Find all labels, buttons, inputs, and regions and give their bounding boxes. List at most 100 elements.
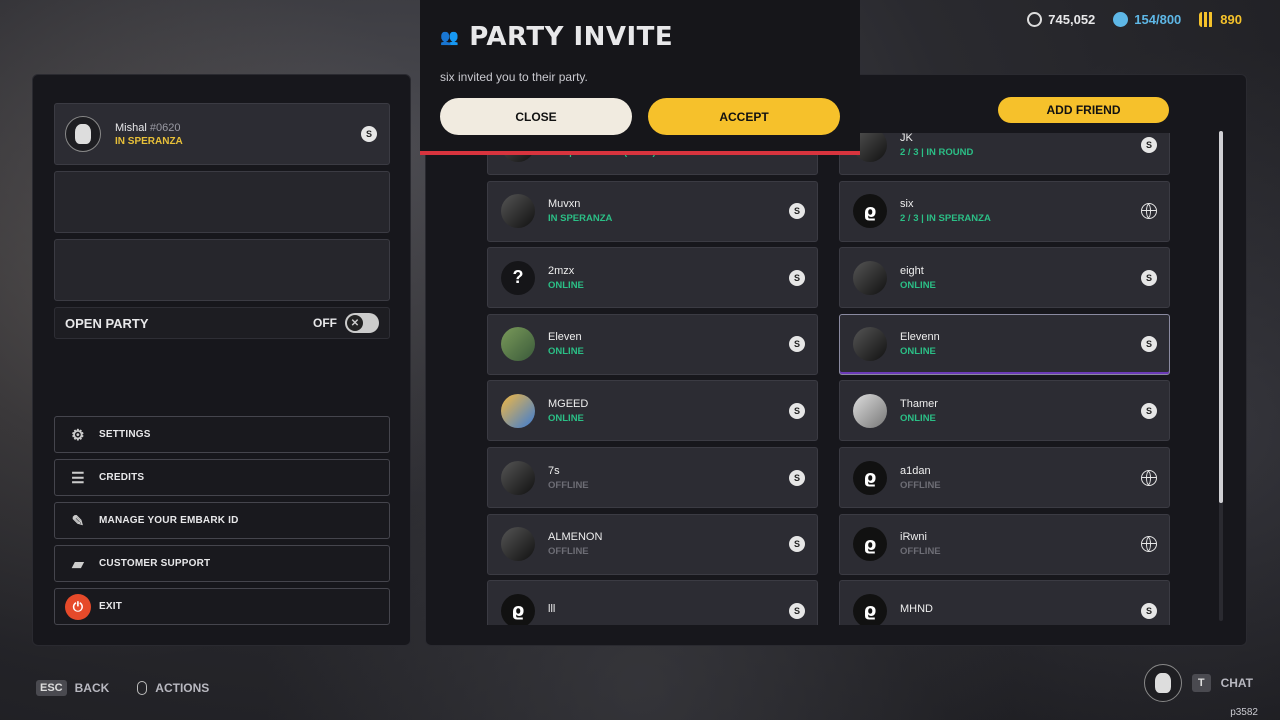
friend-name: 2mzx xyxy=(548,264,575,277)
friend-card[interactable]: ϱ lll S xyxy=(487,580,818,625)
friend-name: Muvxn xyxy=(548,198,581,211)
close-button[interactable]: CLOSE xyxy=(440,98,632,135)
currency-bar: 745,052 154/800 890 xyxy=(1027,12,1242,27)
add-friend-button[interactable]: ADD FRIEND xyxy=(998,97,1169,123)
friend-status: OFFLINE xyxy=(900,546,941,558)
friend-name: ALMENON xyxy=(548,531,603,544)
avatar: ϱ xyxy=(853,593,887,625)
friend-card[interactable]: MGEED ONLINE S xyxy=(487,380,818,442)
friend-card[interactable]: ϱ a1dan OFFLINE xyxy=(839,447,1170,508)
esc-key: ESC xyxy=(36,680,67,696)
open-party-state: OFF xyxy=(313,316,337,330)
avatar xyxy=(501,327,535,362)
friend-status: OFFLINE xyxy=(548,546,589,558)
customer-support-button[interactable]: ▰ CUSTOMER SUPPORT xyxy=(54,545,390,582)
party-slot-empty[interactable] xyxy=(54,171,390,233)
credits-button[interactable]: ☰ CREDITS xyxy=(54,459,390,496)
party-slot-empty[interactable] xyxy=(54,239,390,301)
friend-card[interactable]: 7s OFFLINE S xyxy=(487,447,818,508)
avatar xyxy=(853,393,887,428)
friend-card[interactable]: JK 2 / 3 | IN ROUND S xyxy=(839,133,1170,175)
manage-embark-id-button[interactable]: ✎ MANAGE YOUR EMBARK ID xyxy=(54,502,390,539)
friend-name: 7s xyxy=(548,464,560,477)
friend-status: ONLINE xyxy=(548,346,584,358)
friend-name: iRwni xyxy=(900,531,927,544)
friend-name: lll xyxy=(548,603,556,616)
open-party-label: OPEN PARTY xyxy=(65,315,149,331)
friend-card[interactable]: ? 2mzx ONLINE S xyxy=(487,247,818,309)
friend-name: a1dan xyxy=(900,464,931,477)
globe-icon xyxy=(1141,469,1157,486)
friend-name: six xyxy=(900,198,914,211)
mouse-icon xyxy=(137,681,148,695)
exit-button[interactable]: ⏻ EXIT xyxy=(54,588,390,625)
chat-label: CHAT xyxy=(1220,676,1253,690)
popup-title: 👥 PARTY INVITE xyxy=(440,22,674,52)
player-tag: #0620 xyxy=(149,121,181,134)
timer-bar xyxy=(420,151,860,155)
steam-icon: S xyxy=(789,402,805,419)
open-party-toggle[interactable]: OPEN PARTY OFF ✕ xyxy=(54,307,390,339)
steam-icon: S xyxy=(789,536,805,553)
friend-status: ONLINE xyxy=(548,279,584,291)
embark-icon: ✎ xyxy=(71,512,85,530)
steam-icon: S xyxy=(1141,602,1157,619)
avatar xyxy=(501,194,535,229)
friend-card[interactable]: ϱ MHND S xyxy=(839,580,1170,625)
t-key: T xyxy=(1191,674,1211,692)
friend-name: JK xyxy=(900,133,913,144)
friend-name: MGEED xyxy=(548,397,589,410)
avatar xyxy=(853,260,887,295)
friend-card[interactable]: Elevenn ONLINE S xyxy=(839,313,1170,375)
avatar xyxy=(501,393,535,428)
coin-icon xyxy=(1027,12,1043,27)
token-icon xyxy=(1113,12,1129,27)
scrollbar-thumb[interactable] xyxy=(1219,131,1223,503)
party-icon: 👥 xyxy=(440,28,460,46)
friend-status: OFFLINE xyxy=(548,479,589,491)
steam-icon: S xyxy=(789,336,805,353)
friend-card[interactable]: ϱ six 2 / 3 | IN SPERANZA xyxy=(839,180,1170,242)
steam-icon: S xyxy=(1141,269,1157,286)
close-icon: ✕ xyxy=(347,315,363,331)
friend-card[interactable]: ϱ iRwni OFFLINE xyxy=(839,513,1170,575)
friend-card[interactable]: Muvxn IN SPERANZA S xyxy=(487,180,818,242)
steam-icon: S xyxy=(1141,136,1157,153)
toggle-switch[interactable]: ✕ xyxy=(345,313,379,333)
player-name: Mishal xyxy=(115,121,147,134)
steam-icon: S xyxy=(789,469,805,486)
friend-name: Eleven xyxy=(548,331,582,344)
settings-button[interactable]: ⚙ SETTINGS xyxy=(54,416,390,453)
friend-status: IN SPERANZA xyxy=(548,213,613,225)
credits-icon: ☰ xyxy=(71,469,85,487)
accept-button[interactable]: ACCEPT xyxy=(648,98,840,135)
friend-status: ONLINE xyxy=(900,346,936,358)
avatar: ϱ xyxy=(853,527,887,562)
chat-hint[interactable]: T CHAT xyxy=(1143,664,1253,702)
friend-name: Thamer xyxy=(900,397,938,410)
friend-status: 2 / 3 | IN ROUND xyxy=(900,146,974,158)
friend-status: ONLINE xyxy=(900,279,936,291)
avatar xyxy=(65,116,101,152)
friend-card[interactable]: Eleven ONLINE S xyxy=(487,313,818,375)
friend-name: MHND xyxy=(900,603,933,616)
avatar xyxy=(501,527,535,562)
steam-icon: S xyxy=(1141,336,1157,353)
steam-icon: S xyxy=(789,602,805,619)
back-hint[interactable]: BACK xyxy=(75,681,110,695)
avatar: ϱ xyxy=(501,593,535,625)
friend-name: eight xyxy=(900,264,924,277)
coins-balance: 745,052 xyxy=(1027,12,1095,27)
party-slot-self[interactable]: Mishal #0620 IN SPERANZA S xyxy=(54,103,390,165)
steam-icon: S xyxy=(1141,402,1157,419)
avatar: ϱ xyxy=(853,460,887,495)
friend-card[interactable]: Thamer ONLINE S xyxy=(839,380,1170,442)
friend-card[interactable]: eight ONLINE S xyxy=(839,247,1170,309)
friend-status: OFFLINE xyxy=(900,479,941,491)
party-invite-popup: 👥 PARTY INVITE six invited you to their … xyxy=(420,0,860,155)
gold-balance: 890 xyxy=(1199,12,1242,27)
friends-panel: ADD FRIEND ttt3 / 3 | IN ROUND (7 MIN)SJ… xyxy=(425,74,1247,646)
friend-card[interactable]: ALMENON OFFLINE S xyxy=(487,513,818,575)
scrollbar[interactable] xyxy=(1219,131,1223,621)
avatar xyxy=(501,460,535,495)
